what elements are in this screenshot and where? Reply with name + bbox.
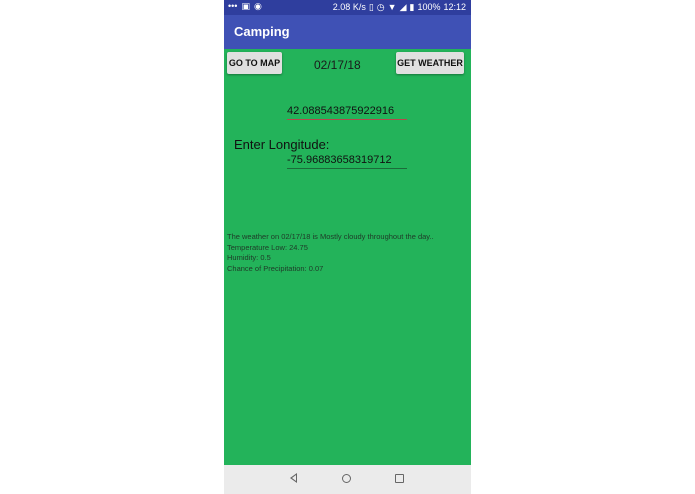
phone-screen: ••• ▣ ◉ 2.08 K/s ▯ ◷ ▼ ◢ ▮ 100% 12:12 Ca… [224,0,471,494]
longitude-input[interactable]: -75.96883658319712 [287,154,407,169]
signal-icon: ◢ [399,1,407,12]
app-title: Camping [234,24,290,39]
humidity: Humidity: 0.5 [227,253,271,262]
circle-icon: ◉ [253,1,262,11]
precipitation-chance: Chance of Precipitation: 0.07 [227,263,324,273]
vibrate-icon: ▯ [368,1,374,12]
alarm-icon: ◷ [376,1,385,12]
date-display: 02/17/18 [314,58,361,72]
wifi-icon: ▼ [387,1,397,12]
battery-icon: ▮ [409,1,415,12]
recent-apps-icon[interactable] [395,474,404,483]
main-content: GO TO MAP 02/17/18 GET WEATHER 42.088543… [224,49,471,465]
go-to-map-button[interactable]: GO TO MAP [227,52,282,74]
status-right-icons: 2.08 K/s ▯ ◷ ▼ ◢ ▮ 100% 12:12 [333,2,466,12]
dots-icon: ••• [228,1,238,11]
back-icon-inner [292,475,296,481]
network-speed: 2.08 K/s [332,2,366,12]
clock: 12:12 [443,2,466,12]
battery-percent: 100% [417,2,441,12]
longitude-label: Enter Longitude: [234,137,330,152]
image-icon: ▣ [241,1,250,11]
get-weather-button[interactable]: GET WEATHER [396,52,464,74]
app-bar: Camping [224,15,471,49]
weather-result: The weather on 02/17/18 is Mostly cloudy… [227,232,434,274]
status-bar: ••• ▣ ◉ 2.08 K/s ▯ ◷ ▼ ◢ ▮ 100% 12:12 [224,0,471,15]
latitude-input[interactable]: 42.088543875922916 [287,105,407,120]
navigation-bar [224,465,471,494]
temperature-low: Temperature Low: 24.75 [227,242,308,252]
weather-summary: The weather on 02/17/18 is Mostly cloudy… [227,232,434,241]
home-icon[interactable] [342,474,351,483]
status-left-icons: ••• ▣ ◉ [228,2,262,11]
